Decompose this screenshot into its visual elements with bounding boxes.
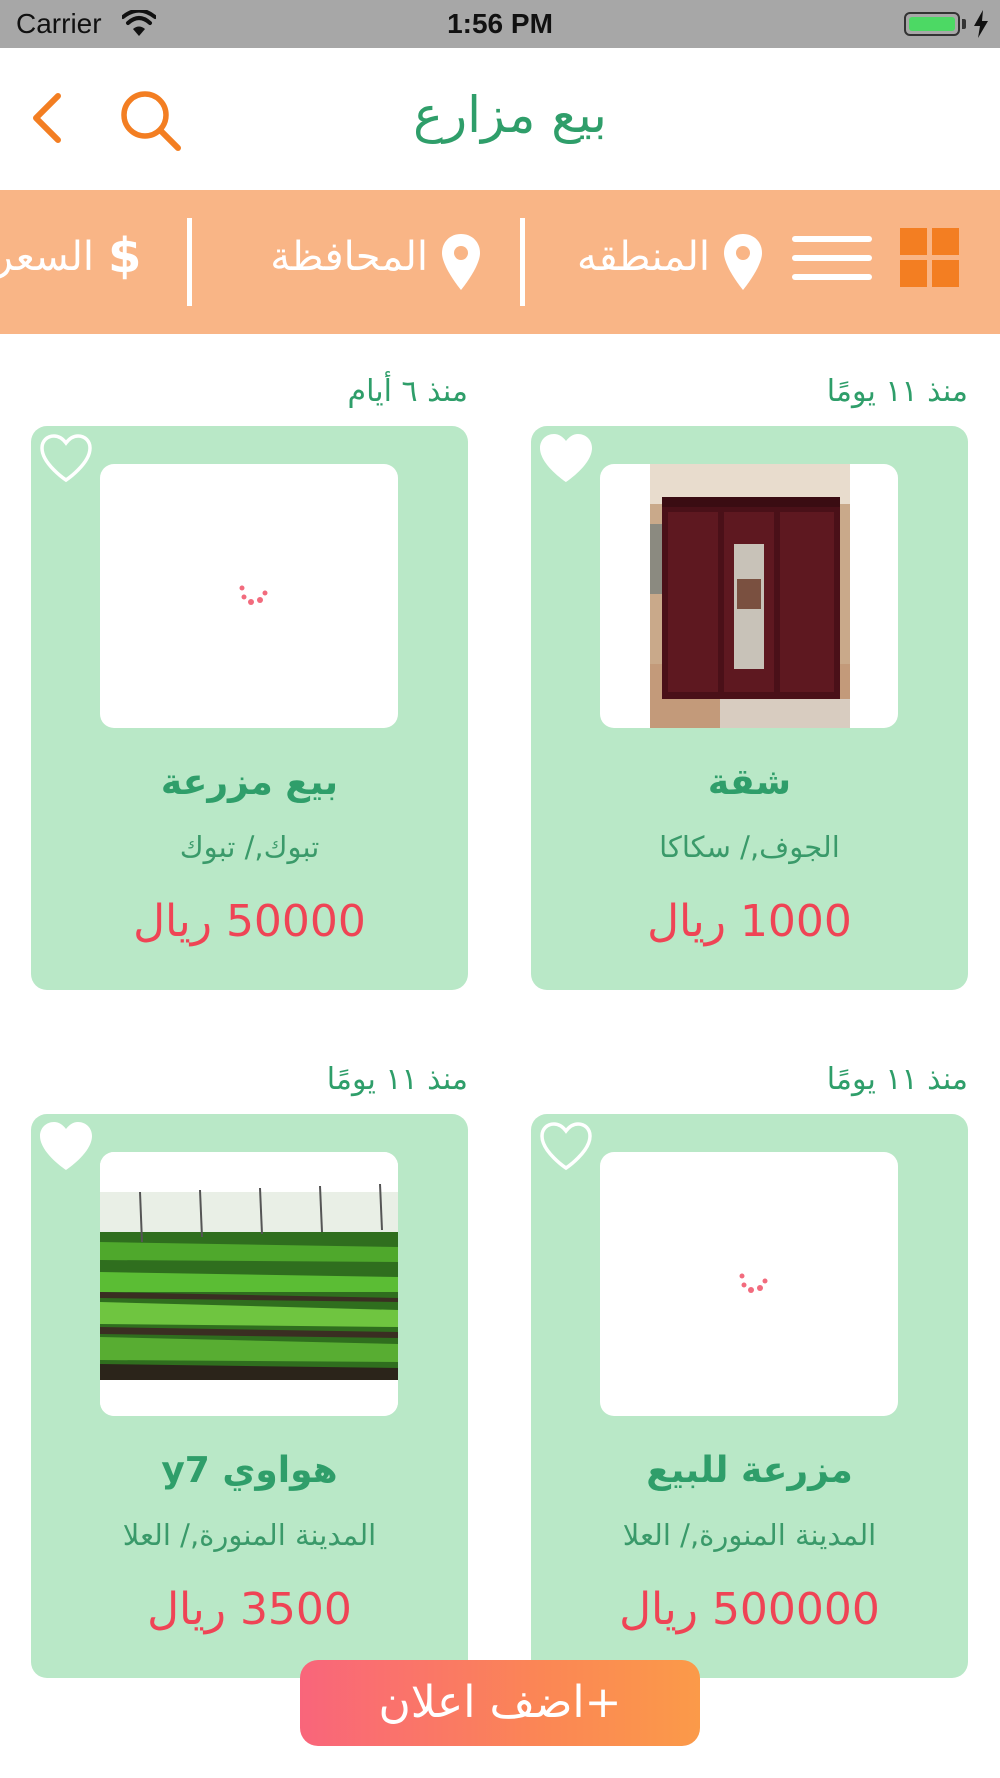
search-icon[interactable] bbox=[118, 88, 184, 154]
listing-title: هواوي y7 bbox=[161, 1450, 338, 1491]
listing-price: 3500 ريال bbox=[147, 1584, 352, 1635]
listing-title: شقة bbox=[707, 762, 792, 803]
listing-location: المدينة المنورة,/ العلا bbox=[122, 1518, 377, 1552]
listing-card[interactable]: شقة الجوف,/ سكاكا 1000 ريال bbox=[531, 426, 968, 990]
listing-title: بيع مزرعة bbox=[160, 762, 339, 803]
heart-outline-icon[interactable] bbox=[537, 1120, 595, 1172]
listing-location: المدينة المنورة,/ العلا bbox=[622, 1518, 877, 1552]
filter-province-label: المحافظة bbox=[270, 234, 428, 280]
listing-image bbox=[600, 464, 898, 728]
page-title: بيع مزارع bbox=[413, 86, 607, 144]
listing-image bbox=[100, 1152, 398, 1416]
loading-spinner-icon bbox=[239, 585, 268, 605]
location-pin-icon bbox=[724, 234, 762, 290]
listing-price: 50000 ريال bbox=[133, 896, 366, 947]
listing-image bbox=[100, 464, 398, 728]
dollar-icon: $ bbox=[108, 228, 142, 284]
listing-price: 1000 ريال bbox=[647, 896, 852, 947]
listing-location: تبوك,/ تبوك bbox=[179, 830, 320, 864]
filter-province[interactable]: المحافظة bbox=[254, 226, 480, 296]
status-bar: Carrier 1:56 PM bbox=[0, 0, 1000, 48]
status-time: 1:56 PM bbox=[447, 8, 553, 39]
listing-time: منذ ١١ يومًا bbox=[826, 1062, 968, 1097]
list-view-icon[interactable] bbox=[792, 232, 872, 284]
greenhouse-photo bbox=[100, 1152, 398, 1416]
filter-region[interactable]: المنطقه bbox=[556, 226, 762, 296]
loading-spinner-icon bbox=[739, 1273, 768, 1293]
heart-filled-icon[interactable] bbox=[37, 1120, 95, 1172]
listing-card[interactable]: هواوي y7 المدينة المنورة,/ العلا 3500 ري… bbox=[31, 1114, 468, 1678]
filter-price[interactable]: $ السعر bbox=[0, 226, 146, 296]
location-pin-icon bbox=[442, 234, 480, 290]
grid-view-icon[interactable] bbox=[900, 228, 960, 288]
heart-filled-icon[interactable] bbox=[537, 432, 595, 484]
listing-location: الجوف,/ سكاكا bbox=[659, 830, 840, 864]
listing-price: 500000 ريال bbox=[619, 1584, 880, 1635]
filter-price-label: السعر bbox=[0, 234, 94, 280]
filter-region-label: المنطقه bbox=[577, 234, 710, 280]
wardrobe-photo bbox=[650, 464, 850, 728]
add-listing-button[interactable]: +اضف اعلان bbox=[300, 1660, 700, 1746]
filter-divider bbox=[187, 218, 192, 306]
filter-divider bbox=[520, 218, 525, 306]
battery-icon bbox=[904, 12, 960, 36]
listing-image bbox=[600, 1152, 898, 1416]
filter-bar: المنطقه المحافظة $ السعر bbox=[0, 190, 1000, 334]
listing-card[interactable]: بيع مزرعة تبوك,/ تبوك 50000 ريال bbox=[31, 426, 468, 990]
listing-time: منذ ١١ يومًا bbox=[326, 1062, 468, 1097]
battery-cap bbox=[962, 19, 966, 29]
chevron-left-icon[interactable] bbox=[26, 88, 66, 148]
listing-time: منذ ٦ أيام bbox=[347, 374, 468, 409]
heart-outline-icon[interactable] bbox=[37, 432, 95, 484]
navigation-bar: بيع مزارع bbox=[0, 48, 1000, 190]
listing-card[interactable]: مزرعة للبيع المدينة المنورة,/ العلا 5000… bbox=[531, 1114, 968, 1678]
listing-title: مزرعة للبيع bbox=[646, 1450, 853, 1491]
listing-time: منذ ١١ يومًا bbox=[826, 374, 968, 409]
charging-icon bbox=[974, 10, 988, 38]
